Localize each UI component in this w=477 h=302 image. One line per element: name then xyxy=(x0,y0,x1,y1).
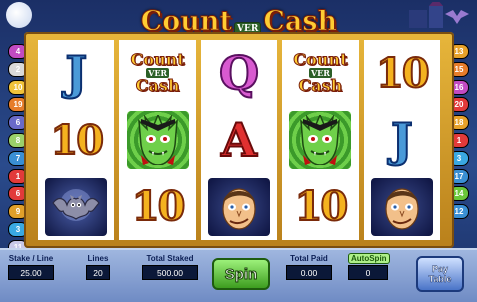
stake-line-value[interactable]: 25.00 xyxy=(8,265,54,280)
total-staked-group: Total Staked 500.00 xyxy=(142,254,198,280)
symbol-J-text: J xyxy=(390,112,414,168)
reel-5: 10 J xyxy=(363,40,441,240)
autospin-group: AutoSpin 0 xyxy=(348,253,390,280)
reel-1: J 10 xyxy=(38,40,115,240)
total-paid-value: 0.00 xyxy=(286,265,332,280)
symbol-10-text: 10 xyxy=(375,49,431,98)
symbol-man-icon xyxy=(201,173,277,240)
lines-group: Lines 20 xyxy=(86,254,110,280)
lines-label: Lines xyxy=(87,254,109,263)
total-staked-value: 500.00 xyxy=(142,265,198,280)
symbol-A: A xyxy=(201,107,277,174)
symbol-10-text: 10 xyxy=(294,182,350,231)
symbol-10-text: 10 xyxy=(131,182,187,231)
reel-area: J 10 Count VER Cash 10 Q A Count VER Cash 10 10 J xyxy=(38,40,441,240)
symbol-count-ver-cash-logo: Count VER Cash xyxy=(293,50,348,96)
stake-line-group: Stake / Line 25.00 xyxy=(8,254,54,280)
spin-button[interactable]: Spin xyxy=(212,258,270,290)
symbol-man-icon xyxy=(364,173,440,240)
symbol-10: 10 xyxy=(282,173,358,240)
symbol-J: J xyxy=(38,40,114,107)
stake-line-label: Stake / Line xyxy=(8,254,54,263)
reel-4: Count VER Cash 10 xyxy=(282,40,359,240)
symbol-10: 10 xyxy=(364,40,440,107)
lines-value[interactable]: 20 xyxy=(86,265,110,280)
game-background: Count VER Cash 4210196871693115 13151620… xyxy=(0,0,477,302)
castle-bat-decoration xyxy=(409,2,469,28)
symbol-10: 10 xyxy=(119,173,195,240)
total-paid-group: Total Paid 0.00 xyxy=(286,254,332,280)
autospin-value[interactable]: 0 xyxy=(348,265,388,280)
reel-2: Count VER Cash 10 xyxy=(119,40,196,240)
symbol-Q-text: Q xyxy=(218,45,260,101)
reel-3: QA xyxy=(200,40,278,240)
symbol-bat-icon xyxy=(38,173,114,240)
symbol-Q: Q xyxy=(201,40,277,107)
symbol-10-text: 10 xyxy=(49,116,105,165)
moon-decoration xyxy=(6,2,32,28)
symbol-dracula-icon xyxy=(282,107,358,174)
autospin-button[interactable]: AutoSpin xyxy=(348,253,390,264)
total-paid-label: Total Paid xyxy=(290,254,328,263)
symbol-J: J xyxy=(364,107,440,174)
symbol-10: 10 xyxy=(38,107,114,174)
symbol-dracula-icon xyxy=(119,107,195,174)
control-bar: Stake / Line 25.00 Lines 20 Total Staked… xyxy=(0,248,477,302)
pay-table-button[interactable]: Pay Table xyxy=(416,256,464,292)
symbol-A-text: A xyxy=(220,112,258,168)
total-staked-label: Total Staked xyxy=(146,254,194,263)
pay-table-label-line2: Table xyxy=(428,274,452,284)
symbol-J-text: J xyxy=(64,45,88,101)
symbol-count-ver-cash-logo: Count VER Cash xyxy=(130,50,185,96)
pay-table-label-line1: Pay xyxy=(431,264,448,274)
